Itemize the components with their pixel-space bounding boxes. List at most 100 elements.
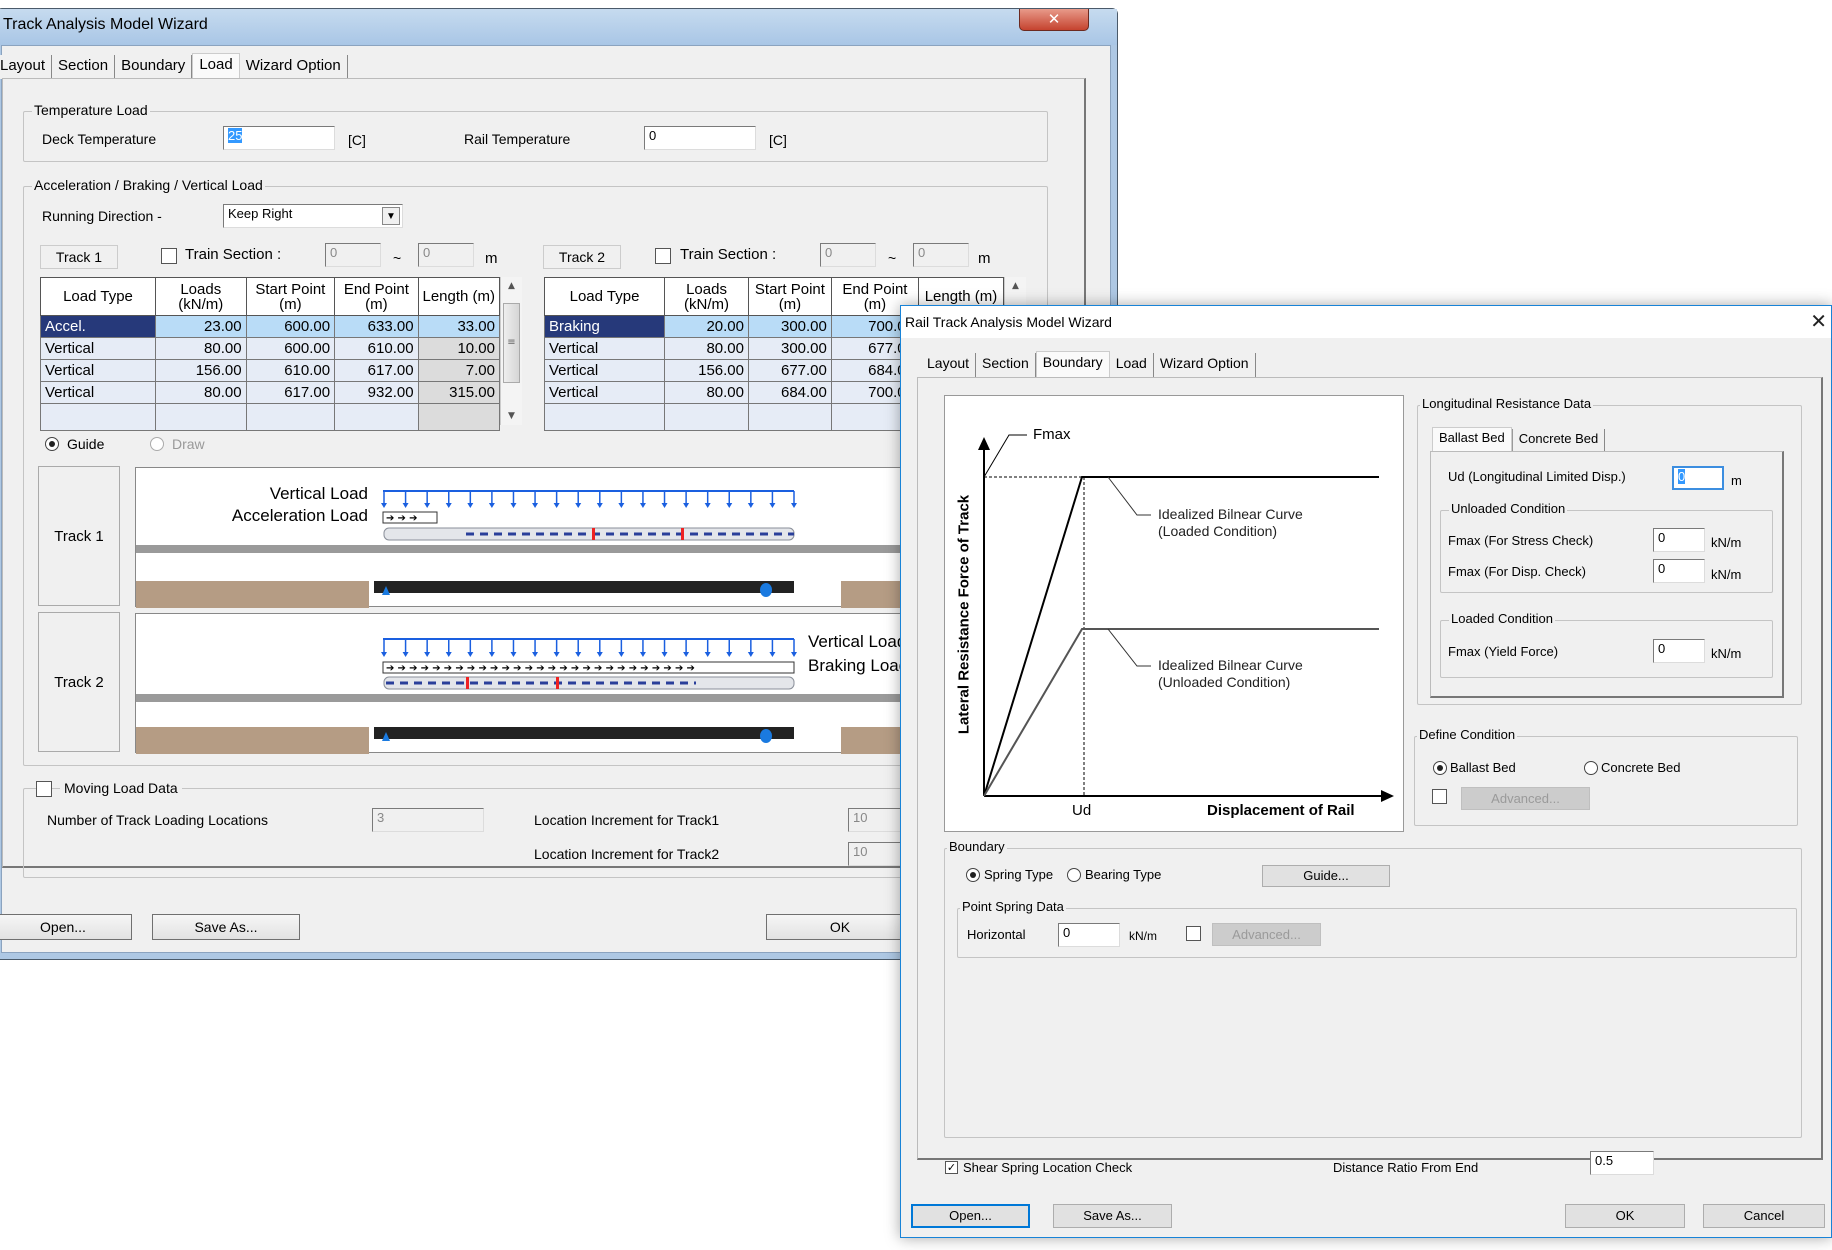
close-icon[interactable]: ✕ <box>1810 309 1827 333</box>
open-button[interactable]: Open... <box>911 1204 1030 1228</box>
ok-button[interactable]: OK <box>766 914 914 940</box>
cell[interactable]: 80.00 <box>155 381 247 404</box>
title-bar[interactable]: Rail Track Analysis Model Wizard ✕ <box>901 306 1831 338</box>
column-header[interactable]: Loads (kN/m) <box>155 277 247 316</box>
table-row[interactable]: Vertical 156.00 610.00 617.00 7.00 <box>40 359 501 382</box>
column-header[interactable]: Load Type <box>543 277 666 316</box>
cell[interactable]: 20.00 <box>664 315 749 338</box>
track2-section-to-input[interactable]: 0 <box>913 243 969 267</box>
save-as-button[interactable]: Save As... <box>1053 1204 1172 1228</box>
cell[interactable]: Vertical <box>543 337 666 360</box>
running-direction-select[interactable]: Keep Right ▼ <box>223 204 403 228</box>
tab-layout[interactable]: Layout <box>921 353 977 377</box>
tab-section[interactable]: Section <box>52 55 116 79</box>
advanced-checkbox[interactable] <box>1432 789 1447 804</box>
cell[interactable]: 80.00 <box>155 337 247 360</box>
track1-section-from-input[interactable]: 0 <box>325 243 381 267</box>
track2-train-section-checkbox[interactable] <box>655 248 671 264</box>
cell[interactable]: 600.00 <box>245 337 336 360</box>
spring-advanced-button[interactable]: Advanced... <box>1212 923 1321 946</box>
table-row-empty[interactable] <box>40 403 501 431</box>
cell[interactable]: 600.00 <box>245 315 336 338</box>
cell[interactable]: 633.00 <box>334 315 419 338</box>
cell[interactable]: 684.00 <box>748 381 832 404</box>
cancel-button[interactable]: Cancel <box>1703 1204 1825 1228</box>
track2-section-from-input[interactable]: 0 <box>820 243 876 267</box>
deck-temperature-input[interactable]: 25 <box>223 126 335 150</box>
cell[interactable]: 617.00 <box>245 381 336 404</box>
close-button[interactable]: ✕ <box>1019 9 1089 31</box>
guide-radio[interactable] <box>45 437 59 451</box>
tab-load[interactable]: Load <box>192 53 240 80</box>
tab-boundary[interactable]: Boundary <box>115 55 193 79</box>
tab-boundary[interactable]: Boundary <box>1035 351 1110 378</box>
fmax-yield-input[interactable]: 0 <box>1653 639 1705 663</box>
ballast-bed-radio[interactable] <box>1433 761 1447 775</box>
save-as-button[interactable]: Save As... <box>152 914 300 940</box>
cell[interactable]: 300.00 <box>748 337 832 360</box>
table-row[interactable]: Vertical 80.00 600.00 610.00 10.00 <box>40 337 501 360</box>
column-header[interactable]: Loads (kN/m) <box>664 277 749 316</box>
increment-track1-input[interactable]: 10 <box>848 808 908 832</box>
spring-type-radio[interactable] <box>966 868 980 882</box>
ok-button[interactable]: OK <box>1565 1204 1685 1228</box>
cell[interactable]: Vertical <box>543 359 666 382</box>
cell[interactable]: 300.00 <box>748 315 832 338</box>
moving-load-checkbox[interactable] <box>36 781 52 797</box>
open-button[interactable]: Open... <box>0 914 132 940</box>
track1-load-table[interactable]: Load Type Loads (kN/m) Start Point (m) E… <box>40 277 501 431</box>
table-row[interactable]: Accel. 23.00 600.00 633.00 33.00 <box>40 315 501 338</box>
tab-wizard-option[interactable]: Wizard Option <box>239 55 348 79</box>
cell[interactable]: 156.00 <box>155 359 247 382</box>
cell[interactable]: Vertical <box>40 337 156 360</box>
advanced-button[interactable]: Advanced... <box>1461 787 1590 810</box>
tab-wizard-option[interactable]: Wizard Option <box>1153 353 1256 377</box>
cell[interactable]: 610.00 <box>245 359 336 382</box>
cell[interactable]: Vertical <box>40 359 156 382</box>
fmax-stress-input[interactable]: 0 <box>1653 528 1705 552</box>
column-header[interactable]: Length (m) <box>417 277 501 316</box>
tab-section[interactable]: Section <box>976 353 1036 377</box>
scroll-down-icon[interactable]: ▼ <box>501 411 522 421</box>
bearing-type-radio[interactable] <box>1067 868 1081 882</box>
concrete-bed-radio[interactable] <box>1584 761 1598 775</box>
track1-train-section-checkbox[interactable] <box>161 248 177 264</box>
num-locations-input[interactable]: 3 <box>372 808 484 832</box>
column-header[interactable]: Start Point (m) <box>245 277 336 316</box>
horizontal-input[interactable]: 0 <box>1058 923 1120 947</box>
scroll-up-icon[interactable]: ▲ <box>501 281 522 291</box>
cell[interactable]: Braking <box>543 315 666 338</box>
tab-ballast-bed[interactable]: Ballast Bed <box>1432 427 1512 454</box>
cell[interactable]: 610.00 <box>334 337 419 360</box>
cell[interactable]: 156.00 <box>664 359 749 382</box>
cell[interactable]: 677.00 <box>748 359 832 382</box>
cell[interactable]: 617.00 <box>334 359 419 382</box>
column-header[interactable]: Start Point (m) <box>748 277 832 316</box>
table-row[interactable]: Vertical 80.00 617.00 932.00 315.00 <box>40 381 501 404</box>
ud-input[interactable]: 0 <box>1672 466 1724 490</box>
scroll-thumb[interactable]: ≡ <box>503 303 520 383</box>
column-header[interactable]: End Point (m) <box>334 277 419 316</box>
shear-spring-checkbox[interactable]: ✓ <box>945 1161 958 1174</box>
spring-advanced-checkbox[interactable] <box>1186 926 1201 941</box>
cell[interactable]: Vertical <box>40 381 156 404</box>
column-header[interactable]: Load Type <box>40 277 156 316</box>
draw-radio[interactable] <box>150 437 164 451</box>
increment-track2-input[interactable]: 10 <box>848 842 908 866</box>
cell[interactable]: 932.00 <box>334 381 419 404</box>
chevron-down-icon[interactable]: ▼ <box>382 207 400 225</box>
tab-concrete-bed[interactable]: Concrete Bed <box>1511 429 1606 453</box>
rail-temperature-input[interactable]: 0 <box>644 126 756 150</box>
cell[interactable]: Accel. <box>40 315 156 338</box>
track1-table-scrollbar[interactable]: ▲ ≡ ▼ <box>500 277 522 425</box>
tab-layout[interactable]: Layout <box>0 55 53 79</box>
cell[interactable]: 80.00 <box>664 381 749 404</box>
scroll-up-icon[interactable]: ▲ <box>1005 281 1026 291</box>
distance-ratio-input[interactable]: 0.5 <box>1590 1151 1654 1175</box>
cell[interactable]: Vertical <box>543 381 666 404</box>
cell[interactable]: 80.00 <box>664 337 749 360</box>
guide-button[interactable]: Guide... <box>1262 865 1390 887</box>
title-bar[interactable]: Track Analysis Model Wizard ✕ <box>0 9 1117 45</box>
tab-load[interactable]: Load <box>1109 353 1154 377</box>
fmax-disp-input[interactable]: 0 <box>1653 559 1705 583</box>
